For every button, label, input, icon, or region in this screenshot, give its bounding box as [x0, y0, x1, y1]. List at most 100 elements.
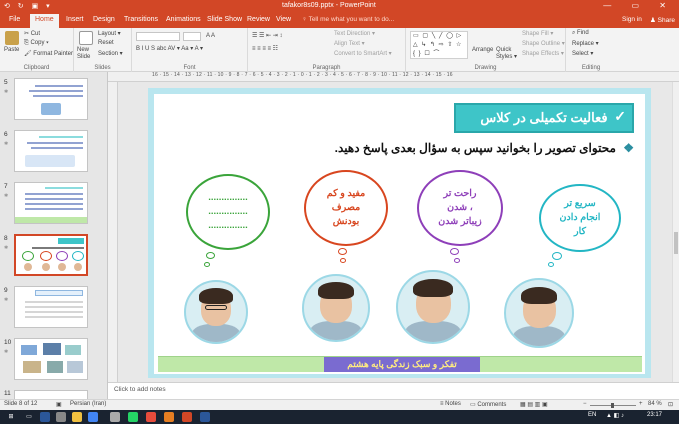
thumb-number: 5 [4, 79, 8, 86]
comments-toggle[interactable]: ▭ Comments [470, 401, 506, 408]
tab-transitions[interactable]: Transitions [124, 16, 158, 23]
horizontal-ruler: 16 · 15 · 14 · 13 · 12 · 11 · 10 · 9 · 8… [108, 72, 679, 82]
shape-effects-button[interactable]: Shape Effects ▾ [522, 50, 564, 57]
proofing-icon[interactable]: ▣ [56, 401, 62, 408]
current-slide[interactable]: فعالیت تکمیلی در کلاس ✓ ❖ محتوای تصویر ر… [148, 88, 651, 378]
word-taskbar-icon[interactable] [40, 412, 50, 422]
tab-animations[interactable]: Animations [166, 16, 201, 23]
system-tray-icons[interactable]: ▲ ◧ ♪ [606, 412, 624, 419]
start-button-icon[interactable]: ⊞ [6, 412, 16, 422]
layout-button[interactable]: Layout ▾ [98, 30, 121, 37]
clipboard-group: Paste ✂ Cut ⎘ Copy ▾ 🖌 Format Painter Cl… [0, 28, 74, 72]
powerpoint-taskbar-icon[interactable] [182, 412, 192, 422]
paste-button[interactable]: Paste [4, 47, 19, 53]
new-slide-button[interactable]: New Slide [77, 47, 99, 61]
replace-button[interactable]: Replace ▾ [572, 40, 599, 47]
thumb-animation-icon: ✱ [4, 349, 9, 355]
check-icon: ✓ [614, 108, 626, 124]
thought-bubble-1[interactable]: سریع تر انجام دادن کار [539, 184, 621, 252]
slide-thumbnail-9[interactable] [14, 286, 88, 328]
align-buttons[interactable]: ≡ ≡ ≡ ≡ ☷ [252, 45, 278, 52]
shape-outline-button[interactable]: Shape Outline ▾ [522, 40, 565, 47]
shapes-gallery[interactable]: ▭ ▢ ╲ ╱ ◯ ▷ △ ↳ ↰ ⇨ ⇧ ☆ { } ☐ ⌒ [410, 31, 468, 59]
convert-smartart-button[interactable]: Convert to SmartArt ▾ [334, 50, 392, 57]
notes-pane[interactable]: Click to add notes [108, 382, 679, 399]
quick-access-toolbar[interactable]: ⟲ ↻ ▣ ▾ [4, 2, 53, 10]
tab-home[interactable]: Home [30, 14, 59, 28]
fit-slide-icon[interactable]: ⊡ [668, 401, 673, 408]
whatsapp-taskbar-icon[interactable] [128, 412, 138, 422]
font-size-box[interactable] [183, 32, 201, 41]
shape-fill-button[interactable]: Shape Fill ▾ [522, 30, 553, 37]
sign-in-link[interactable]: Sign in [622, 16, 642, 23]
tab-view[interactable]: View [276, 16, 291, 23]
bubble-2-tail [454, 258, 460, 263]
chrome-taskbar-icon[interactable] [88, 412, 98, 422]
zoom-in-button[interactable]: + [639, 401, 643, 407]
find-button[interactable]: ⌕ Find [572, 30, 589, 37]
quick-styles-button[interactable]: Quick Styles ▾ [496, 47, 518, 61]
tab-file[interactable]: File [9, 16, 20, 23]
word-taskbar-icon[interactable] [200, 412, 210, 422]
grow-shrink-font[interactable]: A A [206, 33, 215, 39]
slide-thumbnail-10[interactable] [14, 338, 88, 380]
window-controls[interactable]: — ▭ ✕ [603, 1, 675, 10]
clock[interactable]: 23:17 [647, 412, 662, 418]
reset-button[interactable]: Reset [98, 40, 114, 46]
explorer-taskbar-icon[interactable] [72, 412, 82, 422]
font-name-box[interactable] [136, 32, 180, 41]
tab-insert[interactable]: Insert [66, 16, 84, 23]
arrange-button[interactable]: Arrange [472, 47, 493, 53]
view-buttons[interactable]: ▦ ▤ ▥ ▣ [520, 401, 548, 408]
text-direction-button[interactable]: Text Direction ▾ [334, 30, 375, 37]
student-photo-3 [302, 274, 370, 342]
paste-icon[interactable] [5, 31, 19, 45]
bubble-2-tail [450, 248, 459, 255]
slide-thumbnail-6[interactable] [14, 130, 88, 172]
thought-bubble-2[interactable]: راحت تر شدن ، زیباتر شدن [417, 170, 503, 246]
slide-title-box[interactable]: فعالیت تکمیلی در کلاس ✓ [454, 103, 634, 133]
new-slide-icon[interactable] [79, 31, 93, 45]
zoom-slider-knob[interactable] [611, 403, 614, 408]
align-text-button[interactable]: Align Text ▾ [334, 40, 365, 47]
app-taskbar-icon[interactable] [110, 412, 120, 422]
footer-label: تفکر و سبک زندگی پایه هشتم [324, 357, 480, 372]
section-button[interactable]: Section ▾ [98, 50, 123, 57]
select-button[interactable]: Select ▾ [572, 50, 593, 57]
thought-bubble-3[interactable]: مفید و کم مصرف بودنش [304, 170, 388, 246]
font-format-row[interactable]: B I U S abc AV ▾ Aa ▾ A ▾ [136, 45, 203, 52]
document-title: tafakor8s09.pptx - PowerPoint [282, 2, 376, 9]
copy-button[interactable]: ⎘ Copy ▾ [24, 40, 49, 47]
format-painter-button[interactable]: 🖌 Format Painter [24, 50, 73, 57]
bubble-1-line: کار [573, 226, 586, 237]
notes-toggle[interactable]: ≡ Notes [440, 401, 461, 407]
tell-me-search[interactable]: ♀ Tell me what you want to do... [302, 16, 394, 23]
share-button[interactable]: ♟ Share [650, 16, 675, 24]
slide-thumbnail-7[interactable] [14, 182, 88, 224]
media-taskbar-icon[interactable] [146, 412, 156, 422]
zoom-level[interactable]: 84 % [648, 401, 662, 407]
slide-thumbnails-pane: 5 ✱ 6 ✱ 7 ✱ 8 ✱ 9 ✱ 10 ✱ 11 [0, 72, 108, 399]
language-indicator[interactable]: Persian (Iran) [70, 401, 106, 407]
slide-thumbnail-5[interactable] [14, 78, 88, 120]
scrollbar-thumb[interactable] [674, 232, 678, 254]
ribbon-tabs: File Home Insert Design Transitions Anim… [0, 14, 679, 28]
question-text-box[interactable]: ❖ محتوای تصویر را بخوانید سپس به سؤال بع… [284, 141, 634, 155]
task-view-icon[interactable]: ▭ [24, 412, 34, 422]
tab-slide-show[interactable]: Slide Show [207, 16, 242, 23]
app-taskbar-icon[interactable] [56, 412, 66, 422]
zoom-out-button[interactable]: − [583, 401, 587, 407]
vertical-scrollbar[interactable] [672, 82, 679, 382]
app-taskbar-icon[interactable] [164, 412, 174, 422]
thought-bubble-4[interactable]: ............... ............... ........… [186, 174, 270, 250]
slide-title: فعالیت تکمیلی در کلاس [480, 110, 608, 125]
slide-canvas: فعالیت تکمیلی در کلاس ✓ ❖ محتوای تصویر ر… [118, 82, 672, 382]
cut-button[interactable]: ✂ Cut [24, 30, 40, 37]
tab-review[interactable]: Review [247, 16, 270, 23]
bubble-1-tail [548, 262, 554, 267]
slide-thumbnail-11[interactable] [14, 390, 88, 399]
slide-thumbnail-8[interactable] [14, 234, 88, 276]
tab-design[interactable]: Design [93, 16, 115, 23]
input-language[interactable]: EN [588, 412, 596, 418]
list-buttons[interactable]: ☰ ☰ ⇤ ⇥ ↕ [252, 32, 282, 39]
